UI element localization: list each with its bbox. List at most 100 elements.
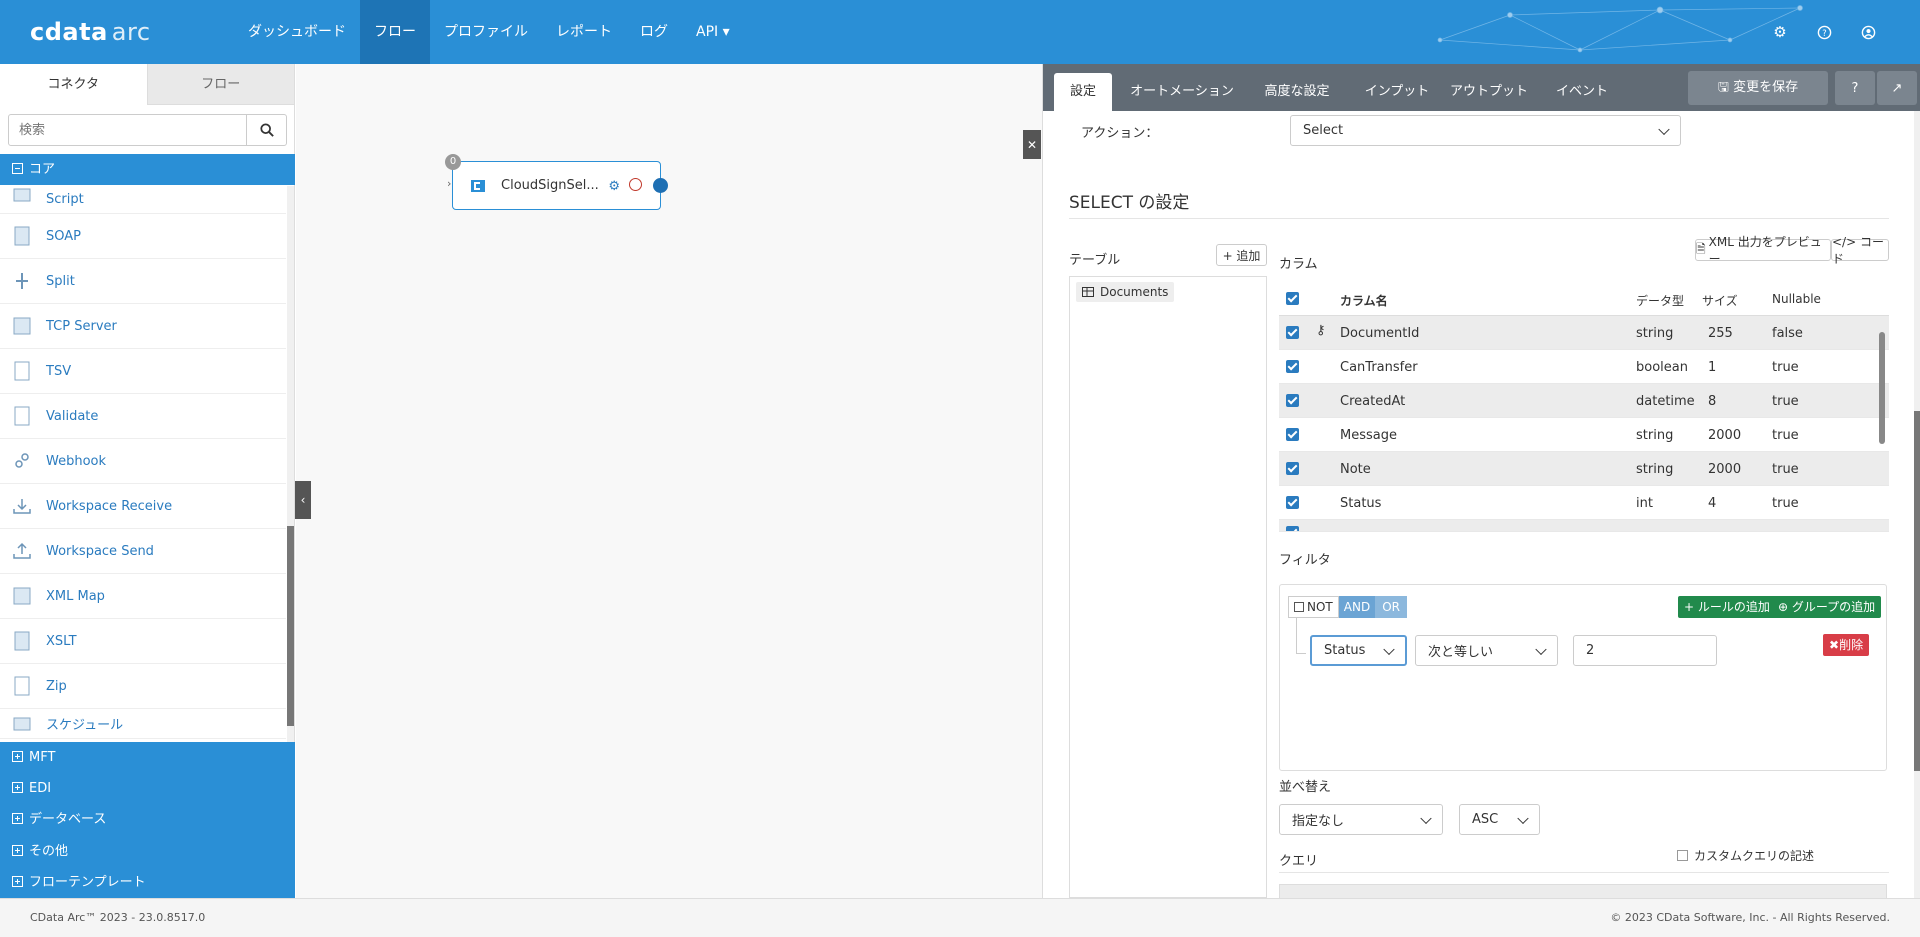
version-text: CData Arc™ 2023 - 23.0.8517.0: [30, 911, 206, 924]
row-checkbox[interactable]: [1286, 326, 1299, 339]
save-changes-button[interactable]: 🖫 変更を保存: [1688, 71, 1828, 105]
delete-rule-button[interactable]: ✖削除: [1823, 634, 1870, 656]
collapse-sidebar-button[interactable]: ‹: [295, 481, 311, 519]
tab-automation[interactable]: オートメーション: [1122, 73, 1242, 111]
rule-field-select[interactable]: Status: [1310, 635, 1407, 666]
tab-input[interactable]: インプット: [1349, 73, 1445, 111]
columns-grid: カラム名 データ型 サイズ Nullable ⚷ DocumentId strin…: [1279, 282, 1889, 532]
tab-events[interactable]: イベント: [1537, 73, 1627, 111]
row-checkbox[interactable]: [1286, 394, 1299, 407]
gear-icon[interactable]: ⚙: [1768, 20, 1792, 44]
table-list: Documents: [1069, 276, 1267, 898]
xml-preview-button[interactable]: 🗎 XML 出力をプレビュー: [1695, 235, 1831, 266]
output-port-icon[interactable]: [653, 178, 668, 193]
category-database[interactable]: データベース: [0, 804, 295, 836]
sort-direction-select[interactable]: ASC: [1459, 804, 1540, 835]
category-other[interactable]: その他: [0, 835, 295, 867]
connector-item[interactable]: TSV: [0, 349, 286, 394]
and-button[interactable]: AND: [1338, 596, 1376, 618]
category-edi[interactable]: EDI: [0, 773, 295, 805]
xml-map-icon: [10, 584, 34, 608]
nav-report[interactable]: レポート: [542, 0, 626, 64]
clock-icon[interactable]: [629, 178, 642, 191]
add-table-button[interactable]: + 追加: [1216, 244, 1267, 266]
rule-operator-select[interactable]: 次と等しい: [1415, 635, 1558, 666]
input-port-icon[interactable]: ›: [447, 177, 451, 190]
table-row[interactable]: Note string 2000 true: [1279, 452, 1889, 486]
validate-icon: [10, 404, 34, 428]
action-select[interactable]: Select: [1290, 115, 1681, 146]
category-flow-template[interactable]: フローテンプレート: [0, 866, 295, 898]
tab-connectors[interactable]: コネクタ: [0, 64, 148, 105]
nav-log[interactable]: ログ: [626, 0, 682, 64]
nav-flow[interactable]: フロー: [360, 0, 430, 64]
add-group-button[interactable]: ⊕ グループの追加: [1772, 596, 1882, 618]
nav-api[interactable]: API ▾: [682, 0, 744, 64]
row-checkbox[interactable]: [1286, 428, 1299, 441]
expand-icon: [12, 813, 23, 825]
row-checkbox[interactable]: [1286, 360, 1299, 373]
connector-item[interactable]: Script: [0, 186, 286, 214]
connector-panel: コネクタ フロー コア Script SOAP Split TCP Server…: [0, 64, 295, 898]
connector-item[interactable]: Split: [0, 259, 286, 304]
tab-advanced[interactable]: 高度な設定: [1249, 73, 1345, 111]
node-badge: 0: [445, 154, 461, 170]
columns-label: カラム: [1279, 257, 1318, 272]
rule-value-input[interactable]: 2: [1573, 635, 1717, 666]
table-row[interactable]: ⚷ DocumentId string 255 false: [1279, 316, 1889, 350]
user-icon[interactable]: [1856, 20, 1880, 44]
help-icon[interactable]: ?: [1812, 20, 1836, 44]
grid-scrollbar[interactable]: [1877, 318, 1886, 532]
add-rule-button[interactable]: + ルールの追加: [1678, 596, 1776, 618]
help-button[interactable]: ?: [1835, 71, 1875, 105]
close-icon: ✖: [1829, 638, 1840, 652]
row-checkbox[interactable]: [1286, 496, 1299, 509]
tab-settings[interactable]: 設定: [1054, 73, 1112, 111]
search-button[interactable]: [246, 115, 286, 145]
sort-column-select[interactable]: 指定なし: [1279, 804, 1443, 835]
flow-node[interactable]: 0 › CloudSignSel... ⚙: [445, 154, 668, 210]
app-logo[interactable]: cdata arc: [30, 18, 151, 46]
code-button[interactable]: </> コード: [1831, 235, 1889, 266]
or-button[interactable]: OR: [1375, 596, 1407, 618]
connector-scrollbar[interactable]: [287, 186, 294, 742]
node-settings-icon[interactable]: ⚙: [608, 179, 620, 194]
not-toggle[interactable]: NOT: [1288, 596, 1339, 618]
nav-profile[interactable]: プロファイル: [430, 0, 542, 64]
tab-output[interactable]: アウトプット: [1440, 73, 1538, 111]
category-core[interactable]: コア: [0, 154, 295, 185]
table-row[interactable]: CreatedAt datetime 8 true: [1279, 384, 1889, 418]
connector-item[interactable]: Workspace Send: [0, 529, 286, 574]
connector-item[interactable]: XSLT: [0, 619, 286, 664]
select-all-checkbox[interactable]: [1286, 292, 1299, 305]
table-row[interactable]: Message string 2000 true: [1279, 418, 1889, 452]
footer: CData Arc™ 2023 - 23.0.8517.0 © 2023 CDa…: [0, 898, 1920, 937]
connector-item[interactable]: Workspace Receive: [0, 484, 286, 529]
collapse-icon: [12, 163, 23, 174]
connector-item[interactable]: Validate: [0, 394, 286, 439]
flow-canvas[interactable]: [296, 64, 1042, 898]
search-input[interactable]: [9, 115, 246, 145]
table-icon: [1082, 287, 1094, 297]
category-mft[interactable]: MFT: [0, 742, 295, 774]
row-checkbox[interactable]: [1286, 462, 1299, 475]
top-icons: ⚙ ?: [1768, 20, 1880, 44]
connector-item[interactable]: TCP Server: [0, 304, 286, 349]
save-icon: 🖫: [1717, 80, 1729, 95]
connector-item[interactable]: XML Map: [0, 574, 286, 619]
search-icon: [259, 123, 274, 137]
tab-flows[interactable]: フロー: [147, 64, 294, 105]
header-column-name: カラム名: [1340, 294, 1388, 308]
panel-scrollbar[interactable]: [1914, 111, 1920, 898]
external-link-button[interactable]: ↗: [1877, 71, 1917, 105]
connector-item[interactable]: Webhook: [0, 439, 286, 484]
table-row[interactable]: CanTransfer boolean 1 true: [1279, 350, 1889, 384]
nav-dashboard[interactable]: ダッシュボード: [234, 0, 360, 64]
connector-item[interactable]: SOAP: [0, 214, 286, 259]
table-row[interactable]: Status int 4 true: [1279, 486, 1889, 520]
connector-item[interactable]: スケジュール: [0, 709, 286, 739]
custom-query-checkbox[interactable]: カスタムクエリの記述: [1677, 847, 1814, 864]
table-item-documents[interactable]: Documents: [1076, 282, 1175, 302]
close-panel-button[interactable]: ✕: [1023, 130, 1041, 159]
connector-item[interactable]: Zip: [0, 664, 286, 709]
